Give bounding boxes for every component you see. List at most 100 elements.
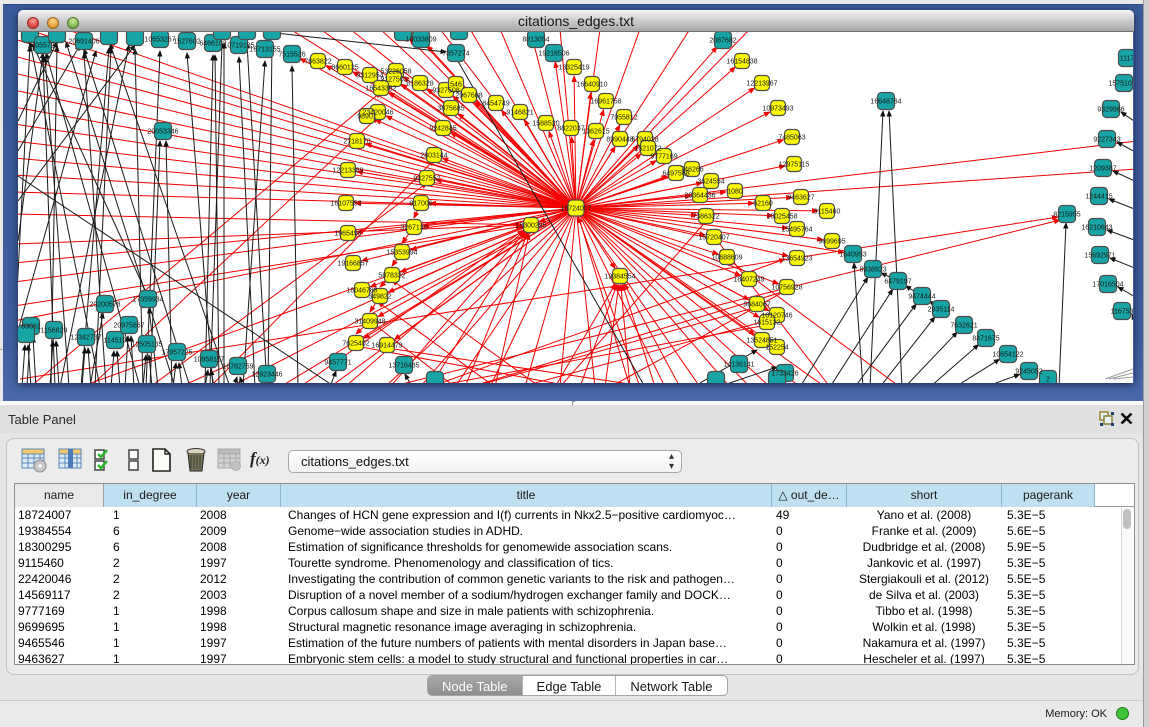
svg-text:53226058: 53226058 xyxy=(380,69,411,76)
svg-text:9227343: 9227343 xyxy=(1093,137,1120,144)
svg-text:9457771: 9457771 xyxy=(324,360,351,367)
svg-text:20053346: 20053346 xyxy=(147,129,178,136)
svg-text:8660125: 8660125 xyxy=(331,65,358,72)
svg-text:8186328: 8186328 xyxy=(406,81,433,88)
svg-text:7955812: 7955812 xyxy=(610,115,637,122)
svg-text:152254: 152254 xyxy=(765,345,788,352)
svg-text:6479197: 6479197 xyxy=(884,279,911,286)
svg-text:2718170: 2718170 xyxy=(343,139,370,146)
svg-text:2087682: 2087682 xyxy=(709,38,736,45)
svg-text:12923446: 12923446 xyxy=(251,372,282,379)
svg-text:5878332: 5878332 xyxy=(378,273,405,280)
svg-text:18046788: 18046788 xyxy=(346,288,377,295)
svg-text:9115460: 9115460 xyxy=(814,209,841,216)
svg-text:17359934: 17359934 xyxy=(132,297,163,304)
svg-text:1117: 1117 xyxy=(1120,56,1133,63)
svg-text:9777169: 9777169 xyxy=(650,154,677,161)
svg-text:3624554: 3624554 xyxy=(697,179,724,186)
svg-text:83061: 83061 xyxy=(21,324,41,331)
svg-text:1209387: 1209387 xyxy=(1089,166,1116,173)
svg-text:14136141: 14136141 xyxy=(723,362,754,369)
svg-text:116753: 116753 xyxy=(1111,309,1133,316)
svg-text:12975115: 12975115 xyxy=(779,162,810,169)
svg-text:20975867: 20975867 xyxy=(113,323,144,330)
svg-text:3267130: 3267130 xyxy=(400,225,427,232)
svg-text:16648784: 16648784 xyxy=(870,99,901,106)
svg-text:2: 2 xyxy=(1046,377,1050,384)
svg-text:10973493: 10973493 xyxy=(762,106,793,113)
svg-text:8215955: 8215955 xyxy=(1053,212,1080,219)
svg-text:13325419: 13325419 xyxy=(558,65,589,72)
svg-text:1362615: 1362615 xyxy=(582,129,609,136)
svg-text:13716485: 13716485 xyxy=(388,363,419,370)
svg-text:12213389: 12213389 xyxy=(332,168,363,175)
svg-text:7357274: 7357274 xyxy=(442,51,469,58)
svg-text:62160: 62160 xyxy=(753,201,773,208)
svg-text:10120746: 10120746 xyxy=(761,313,792,320)
svg-text:1621072: 1621072 xyxy=(634,146,661,153)
svg-text:349822: 349822 xyxy=(368,294,391,301)
svg-text:12342737: 12342737 xyxy=(70,335,101,342)
svg-text:16914479: 16914479 xyxy=(371,343,402,350)
svg-text:16543382: 16543382 xyxy=(365,86,396,93)
svg-text:9329966: 9329966 xyxy=(1097,107,1124,114)
svg-text:1156829: 1156829 xyxy=(41,328,68,335)
svg-text:114519: 114519 xyxy=(104,338,127,345)
svg-text:14055724: 14055724 xyxy=(27,43,58,50)
svg-text:817006: 817006 xyxy=(409,201,432,208)
svg-text:7386322: 7386322 xyxy=(692,214,719,221)
svg-text:10756928: 10756928 xyxy=(771,285,802,292)
svg-text:8990448: 8990448 xyxy=(606,137,633,144)
svg-text:1244415: 1244415 xyxy=(1085,194,1112,201)
svg-text:2967608: 2967608 xyxy=(455,93,482,100)
svg-text:746266: 746266 xyxy=(680,167,703,174)
svg-text:7625402: 7625402 xyxy=(342,341,369,348)
svg-text:9427552: 9427552 xyxy=(413,176,440,183)
svg-text:8938923: 8938923 xyxy=(859,267,886,274)
svg-text:9242845: 9242845 xyxy=(429,126,456,133)
svg-text:8822037: 8822037 xyxy=(557,126,584,133)
svg-text:1640953: 1640953 xyxy=(839,252,866,259)
svg-text:9127503: 9127503 xyxy=(380,77,407,84)
svg-text:19166857: 19166857 xyxy=(337,261,368,268)
svg-text:8454749: 8454749 xyxy=(482,101,509,108)
svg-text:20200578: 20200578 xyxy=(89,302,120,309)
svg-text:17016504: 17016504 xyxy=(1092,282,1123,289)
svg-text:16210643: 16210643 xyxy=(1081,225,1112,232)
svg-text:7663822: 7663822 xyxy=(304,59,331,66)
svg-text:15751074: 15751074 xyxy=(1108,81,1133,88)
svg-text:10025458: 10025458 xyxy=(766,214,797,221)
svg-text:1588520: 1588520 xyxy=(532,121,559,128)
svg-text:10653267: 10653267 xyxy=(144,37,175,44)
svg-text:9474444: 9474444 xyxy=(908,294,935,301)
svg-text:15353994: 15353994 xyxy=(386,250,417,257)
svg-text:13654923: 13654923 xyxy=(781,256,812,263)
svg-text:2803144: 2803144 xyxy=(420,153,447,160)
svg-text:7485063: 7485063 xyxy=(778,135,805,142)
svg-text:3875685: 3875685 xyxy=(437,106,464,113)
svg-text:16033809: 16033809 xyxy=(405,37,436,44)
svg-text:9146821: 9146821 xyxy=(506,110,533,117)
svg-text:20691406: 20691406 xyxy=(68,39,99,46)
svg-text:18407249: 18407249 xyxy=(733,277,764,284)
svg-text:18300295: 18300295 xyxy=(515,223,546,230)
svg-text:10958117: 10958117 xyxy=(194,357,225,364)
svg-text:9245052: 9245052 xyxy=(1015,369,1042,376)
svg-text:8813054: 8813054 xyxy=(522,37,549,44)
svg-text:16107553: 16107553 xyxy=(330,201,361,208)
svg-text:10654122: 10654122 xyxy=(992,352,1023,359)
svg-text:16640910: 16640910 xyxy=(576,82,607,89)
svg-text:2935114: 2935114 xyxy=(928,307,955,314)
svg-text:16782759: 16782759 xyxy=(222,364,253,371)
svg-text:7515526: 7515526 xyxy=(278,52,305,59)
svg-text:15720407: 15720407 xyxy=(698,235,729,242)
svg-text:12505135: 12505135 xyxy=(131,342,162,349)
svg-text:19218506: 19218506 xyxy=(538,51,569,58)
svg-text:8471675: 8471675 xyxy=(972,336,999,343)
svg-text:19384554: 19384554 xyxy=(604,274,635,281)
svg-text:15692971: 15692971 xyxy=(1084,253,1115,260)
svg-text:1733426: 1733426 xyxy=(771,371,798,378)
svg-text:10688609: 10688609 xyxy=(711,255,742,262)
svg-text:31409948: 31409948 xyxy=(354,319,385,326)
svg-text:16713155: 16713155 xyxy=(249,47,280,54)
